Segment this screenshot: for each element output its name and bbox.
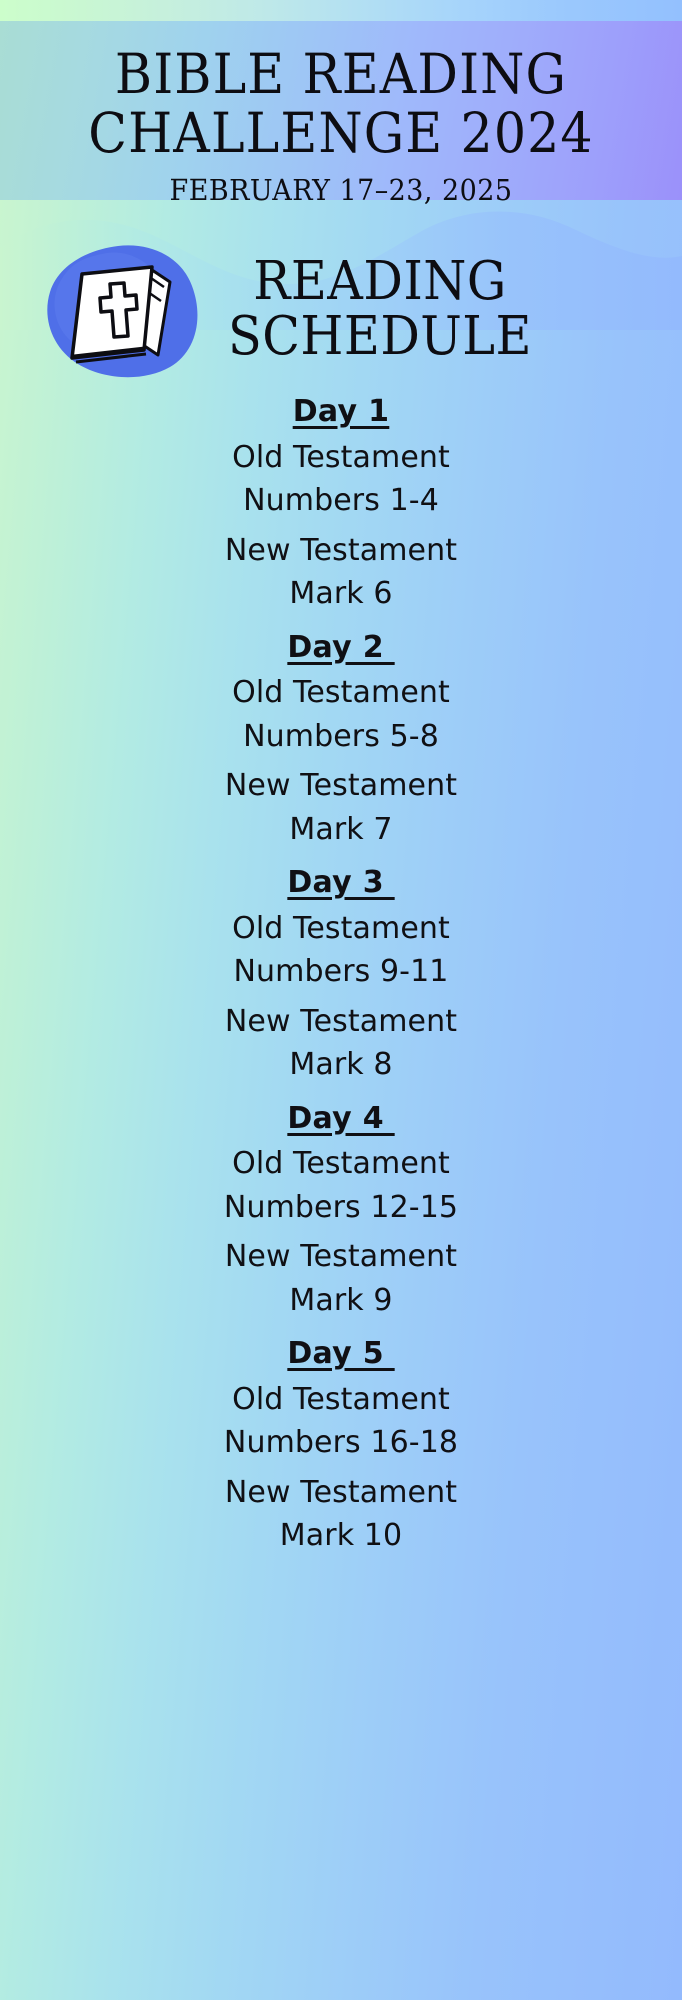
new-testament-group: New Testament Mark 8 xyxy=(0,1000,682,1087)
day-block: Day 4 Old Testament Numbers 12-15 New Te… xyxy=(0,1097,682,1323)
page-title-line-2: CHALLENGE 2024 xyxy=(88,101,594,166)
page-title-line-1: BIBLE READING xyxy=(114,42,568,106)
day-block: Day 2 Old Testament Numbers 5-8 New Test… xyxy=(0,626,682,852)
date-range: FEBRUARY 17–23, 2025 xyxy=(169,172,513,207)
old-testament-label: Old Testament xyxy=(232,675,450,710)
reading-schedule-list: Day 1 Old Testament Numbers 1-4 New Test… xyxy=(0,390,682,1568)
new-testament-group: New Testament Mark 10 xyxy=(0,1471,682,1558)
day-block: Day 3 Old Testament Numbers 9-11 New Tes… xyxy=(0,861,682,1087)
day-label: Day 1 xyxy=(292,394,390,429)
new-testament-group: New Testament Mark 7 xyxy=(0,764,682,851)
section-title-line-1: READING xyxy=(253,251,507,312)
day-label: Day 4 xyxy=(287,1100,395,1136)
day-label: Day 5 xyxy=(287,1336,395,1371)
new-testament-passage: Mark 10 xyxy=(279,1518,403,1553)
old-testament-group: Old Testament Numbers 5-8 xyxy=(0,671,682,758)
old-testament-group: Old Testament Numbers 9-11 xyxy=(0,907,682,994)
new-testament-group: New Testament Mark 9 xyxy=(0,1235,682,1322)
old-testament-passage: Numbers 9-11 xyxy=(233,954,449,989)
new-testament-label: New Testament xyxy=(224,1003,458,1039)
poster-canvas: BIBLE READING CHALLENGE 2024 FEBRUARY 17… xyxy=(0,0,682,2000)
old-testament-label: Old Testament xyxy=(232,439,450,475)
new-testament-passage: Mark 7 xyxy=(289,811,393,847)
day-label: Day 2 xyxy=(287,629,395,665)
bible-book-cross-icon xyxy=(32,240,212,385)
old-testament-label: Old Testament xyxy=(232,1381,450,1417)
new-testament-label: New Testament xyxy=(224,1239,458,1274)
old-testament-group: Old Testament Numbers 1-4 xyxy=(0,436,682,523)
section-title: READING SCHEDULE xyxy=(227,251,534,367)
new-testament-passage: Mark 8 xyxy=(289,1047,393,1082)
old-testament-label: Old Testament xyxy=(232,910,450,946)
old-testament-group: Old Testament Numbers 12-15 xyxy=(0,1142,682,1229)
old-testament-passage: Numbers 16-18 xyxy=(223,1425,459,1460)
old-testament-passage: Numbers 12-15 xyxy=(223,1189,459,1225)
new-testament-group: New Testament Mark 6 xyxy=(0,529,682,616)
new-testament-passage: Mark 6 xyxy=(289,576,393,611)
poster-header: BIBLE READING CHALLENGE 2024 FEBRUARY 17… xyxy=(0,21,682,205)
section-title-line-2: SCHEDULE xyxy=(228,305,532,367)
day-block: Day 1 Old Testament Numbers 1-4 New Test… xyxy=(0,390,682,616)
new-testament-label: New Testament xyxy=(224,532,458,568)
new-testament-passage: Mark 9 xyxy=(289,1282,393,1318)
old-testament-group: Old Testament Numbers 16-18 xyxy=(0,1378,682,1465)
new-testament-label: New Testament xyxy=(224,1474,458,1510)
top-gradient-strip xyxy=(0,0,682,21)
day-block: Day 5 Old Testament Numbers 16-18 New Te… xyxy=(0,1332,682,1558)
new-testament-label: New Testament xyxy=(224,768,458,803)
old-testament-label: Old Testament xyxy=(232,1146,450,1181)
day-label: Day 3 xyxy=(287,865,395,900)
old-testament-passage: Numbers 5-8 xyxy=(243,718,439,754)
old-testament-passage: Numbers 1-4 xyxy=(243,483,439,518)
